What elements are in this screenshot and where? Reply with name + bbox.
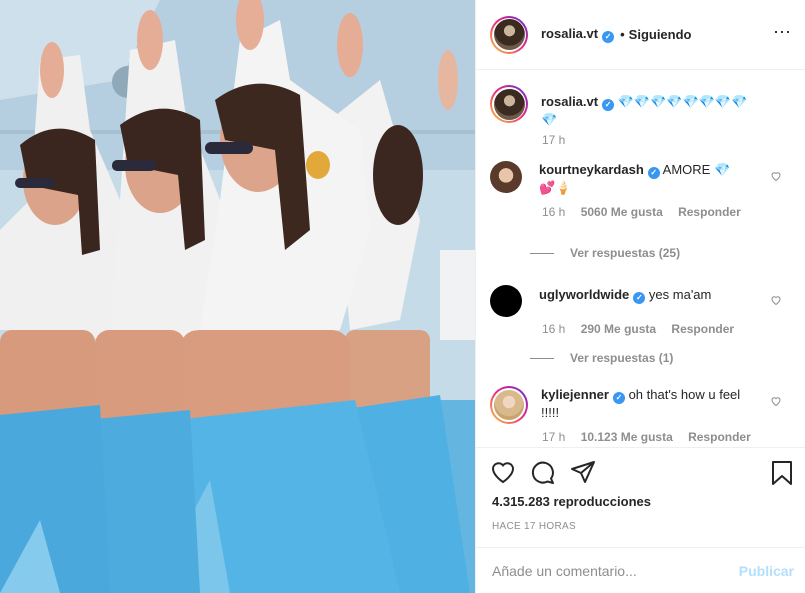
heart-icon[interactable] xyxy=(490,460,516,484)
comment-username[interactable]: uglyworldwide xyxy=(539,287,629,302)
following-button[interactable]: Siguiendo xyxy=(629,27,692,42)
comment-text-line2: 💕🍦 xyxy=(539,180,572,195)
comment-icon[interactable] xyxy=(530,460,556,484)
video-frame-illustration xyxy=(0,0,475,593)
view-replies-button[interactable]: Ver respuestas (25) xyxy=(530,246,680,260)
caption: rosalia.vt ✓ 💎💎💎💎💎💎💎💎💎 17 h xyxy=(490,85,790,147)
ellipsis-icon[interactable]: ⋯ xyxy=(773,22,792,43)
caption-username[interactable]: rosalia.vt xyxy=(541,94,598,109)
view-count[interactable]: 4.315.283 reproducciones xyxy=(492,494,651,509)
reply-button[interactable]: Responder xyxy=(671,322,734,336)
post-timestamp: HACE 17 HORAS xyxy=(492,521,576,532)
comment-time: 16 h xyxy=(542,322,566,336)
post-actions: 4.315.283 reproducciones HACE 17 HORAS xyxy=(476,447,805,547)
comment-text-line2: !!!!! xyxy=(541,405,560,420)
comment-time: 16 h xyxy=(542,205,566,219)
comment-item: kyliejenner ✓ oh that's how u feel !!!!! … xyxy=(490,386,790,444)
post-side-panel: rosalia.vt ✓ • Siguiendo ⋯ rosalia.vt ✓ 💎💎… xyxy=(475,0,805,593)
verified-badge-icon: ✓ xyxy=(647,167,660,179)
like-comment-heart-icon[interactable] xyxy=(770,294,782,306)
author-avatar[interactable] xyxy=(490,15,528,54)
comment-text: yes ma'am xyxy=(648,287,712,302)
comment-text: AMORE 💎 xyxy=(662,162,731,177)
like-comment-heart-icon[interactable] xyxy=(770,170,782,182)
share-icon[interactable] xyxy=(570,460,596,484)
commenter-avatar[interactable] xyxy=(490,386,528,424)
commenter-avatar[interactable] xyxy=(490,285,522,317)
comment-username[interactable]: kourtneykardash xyxy=(539,162,644,177)
comment-likes[interactable]: 10.123 Me gusta xyxy=(581,430,673,444)
post-header: rosalia.vt ✓ • Siguiendo ⋯ xyxy=(476,0,805,70)
post-video[interactable] xyxy=(0,0,475,593)
commenter-avatar[interactable] xyxy=(490,161,522,193)
verified-badge-icon: ✓ xyxy=(602,31,615,43)
bookmark-icon[interactable] xyxy=(770,460,794,486)
like-comment-heart-icon[interactable] xyxy=(770,395,782,407)
comment-likes[interactable]: 290 Me gusta xyxy=(581,322,656,336)
comment-time: 17 h xyxy=(542,430,566,444)
author-username[interactable]: rosalia.vt ✓ xyxy=(541,26,615,43)
reply-button[interactable]: Responder xyxy=(678,205,741,219)
header-separator: • xyxy=(620,27,625,42)
comments-list[interactable]: rosalia.vt ✓ 💎💎💎💎💎💎💎💎💎 17 h kourtneykarda… xyxy=(476,71,805,447)
verified-badge-icon: ✓ xyxy=(612,392,625,404)
caption-avatar[interactable] xyxy=(490,85,528,123)
comment-input[interactable] xyxy=(492,562,739,579)
comment-username[interactable]: kyliejenner xyxy=(541,387,609,402)
comment-item: uglyworldwide ✓ yes ma'am 16 h 290 Me gus… xyxy=(490,285,790,336)
comment-text: oh that's how u feel xyxy=(628,387,741,402)
instagram-post: rosalia.vt ✓ • Siguiendo ⋯ rosalia.vt ✓ 💎💎… xyxy=(0,0,805,593)
verified-badge-icon: ✓ xyxy=(633,292,646,304)
add-comment-bar: Publicar xyxy=(476,547,805,593)
publish-button[interactable]: Publicar xyxy=(739,563,794,579)
view-replies-button[interactable]: Ver respuestas (1) xyxy=(530,351,673,365)
comment-likes[interactable]: 5060 Me gusta xyxy=(581,205,663,219)
comment-item: kourtneykardash ✓ AMORE 💎 💕🍦 16 h 5060 Me… xyxy=(490,161,790,219)
verified-badge-icon: ✓ xyxy=(602,99,615,111)
reply-button[interactable]: Responder xyxy=(688,430,751,444)
caption-time: 17 h xyxy=(542,133,566,147)
